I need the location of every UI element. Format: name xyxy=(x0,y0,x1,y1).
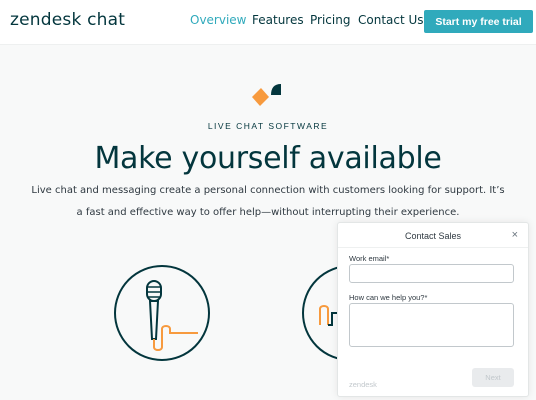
nav-features[interactable]: Features xyxy=(252,13,304,27)
contact-sales-panel: Contact Sales × Work email* How can we h… xyxy=(337,222,529,397)
start-free-trial-button[interactable]: Start my free trial xyxy=(424,10,533,33)
microphone-feature-circle xyxy=(114,265,210,361)
hero-headline: Make yourself available xyxy=(94,141,442,176)
work-email-label: Work email* xyxy=(349,254,390,263)
nav-pricing[interactable]: Pricing xyxy=(310,13,350,27)
hero-eyebrow: LIVE CHAT SOFTWARE xyxy=(207,121,329,131)
hero-description-line-1: Live chat and messaging create a persona… xyxy=(31,185,505,196)
zendesk-brand-icon xyxy=(252,84,281,106)
next-button[interactable]: Next xyxy=(472,368,514,387)
nav-overview[interactable]: Overview xyxy=(190,13,247,27)
hero-description-line-2: a fast and effective way to offer help—w… xyxy=(76,207,460,218)
microphone-icon xyxy=(146,280,198,351)
work-email-input[interactable] xyxy=(349,264,514,283)
nav-contact-us[interactable]: Contact Us xyxy=(358,13,424,27)
top-navigation-bar: zendesk chat Overview Features Pricing C… xyxy=(0,0,536,45)
zendesk-chat-logo[interactable]: zendesk chat xyxy=(10,10,125,30)
zendesk-footer-logo: zendesk xyxy=(349,380,377,389)
help-message-textarea[interactable] xyxy=(349,303,514,347)
close-icon[interactable]: × xyxy=(512,229,518,241)
panel-divider xyxy=(338,247,528,248)
contact-sales-title: Contact Sales xyxy=(404,231,462,241)
help-message-label: How can we help you?* xyxy=(349,293,428,302)
